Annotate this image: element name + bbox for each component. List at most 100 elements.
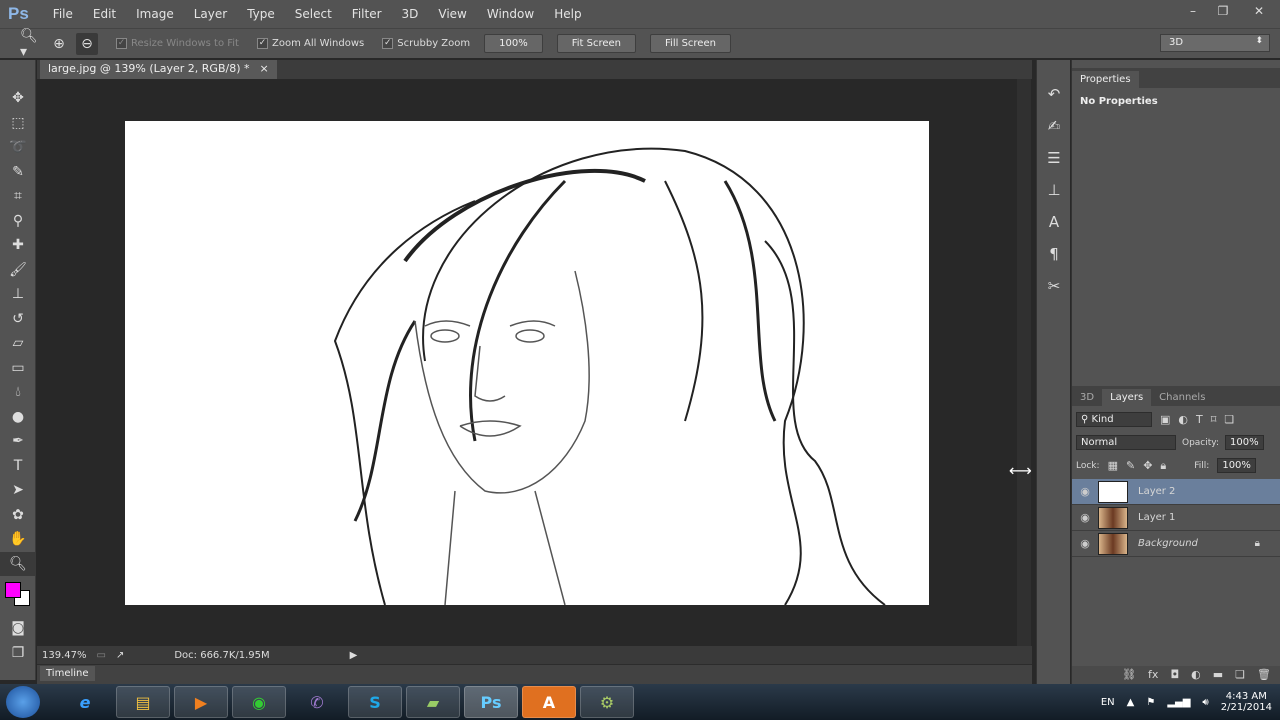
- lasso-tool-icon[interactable]: ➰: [0, 135, 36, 160]
- export-icon[interactable]: ↗: [116, 650, 124, 661]
- zoom-tool-icon[interactable]: 🔍︎: [0, 551, 36, 576]
- tab-properties[interactable]: Properties: [1072, 71, 1139, 88]
- trash-icon[interactable]: 🗑︎: [1257, 668, 1271, 682]
- menu-edit[interactable]: Edit: [83, 7, 126, 21]
- lock-pixels-icon[interactable]: ✎: [1126, 459, 1135, 472]
- zoom-all-windows-checkbox[interactable]: ✓ Zoom All Windows: [256, 38, 364, 49]
- start-button[interactable]: [6, 686, 40, 718]
- add-mask-icon[interactable]: ◘: [1170, 668, 1179, 682]
- tab-layers[interactable]: Layers: [1102, 389, 1152, 406]
- eraser-tool-icon[interactable]: ▱: [0, 331, 36, 356]
- flag-icon[interactable]: ⚑: [1146, 697, 1155, 708]
- pen-tool-icon[interactable]: ✒: [0, 429, 36, 454]
- viber-icon[interactable]: ✆: [290, 686, 344, 718]
- new-layer-icon[interactable]: ❏: [1235, 668, 1245, 682]
- tool-presets-icon[interactable]: ✂: [1037, 270, 1071, 302]
- hand-tool-icon[interactable]: ✋: [0, 527, 36, 552]
- skype-icon[interactable]: S: [348, 686, 402, 718]
- timeline-tab[interactable]: Timeline: [40, 666, 95, 681]
- internet-explorer-icon[interactable]: e: [58, 686, 112, 718]
- link-layers-icon[interactable]: ⛓: [1122, 668, 1136, 682]
- menu-3d[interactable]: 3D: [392, 7, 429, 21]
- restore-button[interactable]: ❐: [1208, 0, 1238, 22]
- eyedropper-tool-icon[interactable]: ⚲: [0, 209, 36, 234]
- menu-filter[interactable]: Filter: [342, 7, 392, 21]
- zoom-in-icon[interactable]: ⊕: [48, 33, 70, 55]
- gradient-tool-icon[interactable]: ▭: [0, 356, 36, 381]
- history-icon[interactable]: ↶: [1037, 78, 1071, 110]
- close-button[interactable]: ✕: [1238, 0, 1280, 22]
- scrubby-zoom-checkbox[interactable]: ✓ Scrubby Zoom: [382, 38, 470, 49]
- tab-3d[interactable]: 3D: [1072, 389, 1102, 406]
- zoom-tool-preset-icon[interactable]: 🔍︎▾: [20, 28, 42, 60]
- character-icon[interactable]: A: [1037, 206, 1071, 238]
- foreground-color-swatch[interactable]: [5, 582, 21, 598]
- volume-icon[interactable]: 🔊︎: [1202, 697, 1208, 708]
- filter-smart-object-icon[interactable]: ❏: [1224, 413, 1234, 426]
- brush-presets-icon[interactable]: ✍: [1037, 110, 1071, 142]
- path-select-icon[interactable]: ➤: [0, 478, 36, 503]
- healing-brush-icon[interactable]: ✚: [0, 233, 36, 258]
- adobe-acrobat-icon[interactable]: A: [522, 686, 576, 718]
- media-player-icon[interactable]: ▶: [174, 686, 228, 718]
- blur-tool-icon[interactable]: 💧︎: [0, 380, 36, 405]
- adjustments-icon[interactable]: ☰: [1037, 142, 1071, 174]
- menu-file[interactable]: File: [43, 7, 83, 21]
- resize-windows-checkbox[interactable]: ✓ Resize Windows to Fit: [116, 38, 239, 49]
- app-icon[interactable]: ⚙: [580, 686, 634, 718]
- fill-input[interactable]: 100%: [1217, 458, 1256, 473]
- fill-screen-button[interactable]: Fill Screen: [650, 34, 731, 53]
- workspace-select[interactable]: 3D ⬍: [1160, 34, 1270, 52]
- type-tool-icon[interactable]: T: [0, 454, 36, 479]
- quick-mask-icon[interactable]: ◙: [0, 616, 36, 641]
- close-tab-icon[interactable]: ×: [260, 62, 269, 77]
- opacity-input[interactable]: 100%: [1225, 435, 1264, 450]
- eye-icon[interactable]: ◉: [1072, 511, 1098, 524]
- filter-adjustment-icon[interactable]: ◐: [1178, 413, 1188, 426]
- zoom-out-icon[interactable]: ⊖: [76, 32, 98, 55]
- history-brush-icon[interactable]: ↺: [0, 307, 36, 332]
- screen-mode-icon[interactable]: ❐: [0, 641, 36, 666]
- layer-row[interactable]: ◉ Layer 2: [1072, 479, 1280, 505]
- move-tool-icon[interactable]: ✥: [0, 86, 36, 111]
- menu-image[interactable]: Image: [126, 7, 184, 21]
- show-hidden-icons[interactable]: ▲: [1127, 697, 1135, 708]
- layer-row[interactable]: ◉ Layer 1: [1072, 505, 1280, 531]
- zoom-level[interactable]: 139.47%: [42, 650, 87, 661]
- filter-kind-select[interactable]: ⚲ Kind: [1076, 412, 1152, 427]
- menu-window[interactable]: Window: [477, 7, 544, 21]
- chrome-icon[interactable]: ◉: [232, 686, 286, 718]
- minimize-button[interactable]: –: [1178, 0, 1208, 22]
- lock-all-icon[interactable]: 🔒︎: [1160, 459, 1166, 473]
- layer-row[interactable]: ◉ Background 🔒︎: [1072, 531, 1280, 557]
- menu-view[interactable]: View: [428, 7, 476, 21]
- lock-position-icon[interactable]: ✥: [1143, 459, 1152, 472]
- language-indicator[interactable]: EN: [1101, 697, 1115, 708]
- marquee-tool-icon[interactable]: ⬚: [0, 111, 36, 136]
- notes-icon[interactable]: ▰: [406, 686, 460, 718]
- menu-type[interactable]: Type: [237, 7, 285, 21]
- brush-tool-icon[interactable]: 🖌︎: [0, 258, 36, 283]
- vertical-scrollbar[interactable]: [1017, 79, 1031, 646]
- filter-shape-icon[interactable]: ⌑: [1211, 413, 1217, 426]
- image-canvas[interactable]: [125, 121, 929, 605]
- eye-icon[interactable]: ◉: [1072, 485, 1098, 498]
- tab-channels[interactable]: Channels: [1151, 389, 1213, 406]
- 100-percent-button[interactable]: 100%: [484, 34, 543, 53]
- fx-icon[interactable]: fx: [1148, 668, 1158, 682]
- lock-transparent-icon[interactable]: ▦: [1108, 459, 1118, 472]
- fit-screen-button[interactable]: Fit Screen: [556, 34, 637, 53]
- blend-mode-select[interactable]: Normal: [1076, 435, 1176, 450]
- menu-select[interactable]: Select: [285, 7, 342, 21]
- dodge-tool-icon[interactable]: ●: [0, 405, 36, 430]
- new-group-icon[interactable]: ▬: [1213, 668, 1223, 682]
- document-tab[interactable]: large.jpg @ 139% (Layer 2, RGB/8) * ×: [40, 60, 277, 79]
- filter-pixel-icon[interactable]: ▣: [1160, 413, 1170, 426]
- paragraph-icon[interactable]: ¶: [1037, 238, 1071, 270]
- eye-icon[interactable]: ◉: [1072, 537, 1098, 550]
- menu-help[interactable]: Help: [544, 7, 591, 21]
- crop-tool-icon[interactable]: ⌗: [0, 184, 36, 209]
- file-explorer-icon[interactable]: ▤: [116, 686, 170, 718]
- photoshop-taskbar-icon[interactable]: Ps: [464, 686, 518, 718]
- filter-type-icon[interactable]: T: [1196, 413, 1203, 426]
